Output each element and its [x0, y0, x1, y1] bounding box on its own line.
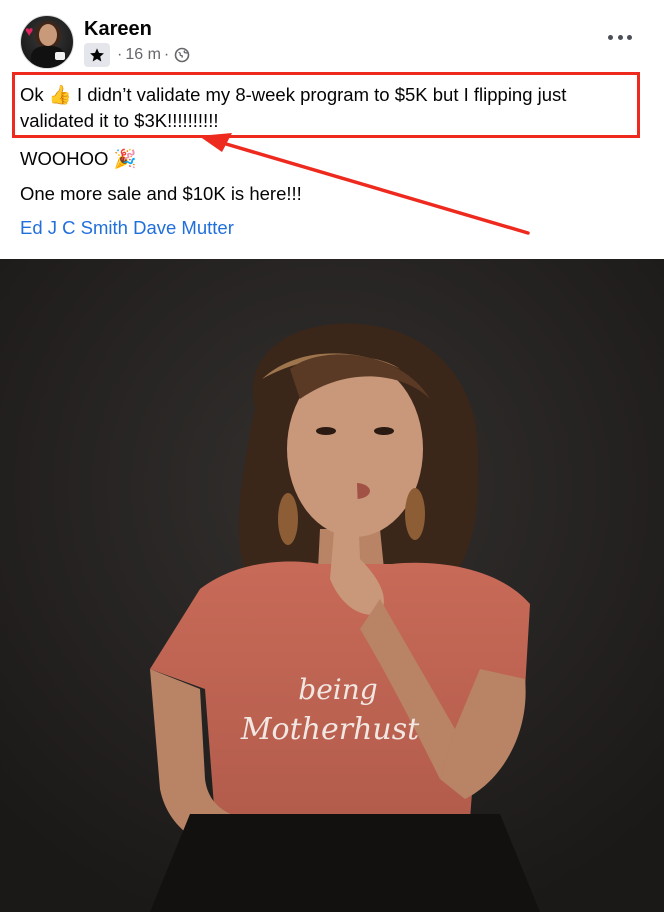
photo-illustration: being Motherhust	[0, 259, 664, 912]
annotation-arrow	[199, 133, 530, 235]
shirt-text-line-1: being	[298, 673, 377, 706]
facebook-post: ♥ Kareen · 16 m · Ok 👍 I didn’t validate…	[0, 0, 664, 912]
shirt-text-line-2: Motherhust	[240, 712, 420, 747]
post-photo[interactable]: being Motherhust	[0, 259, 664, 912]
